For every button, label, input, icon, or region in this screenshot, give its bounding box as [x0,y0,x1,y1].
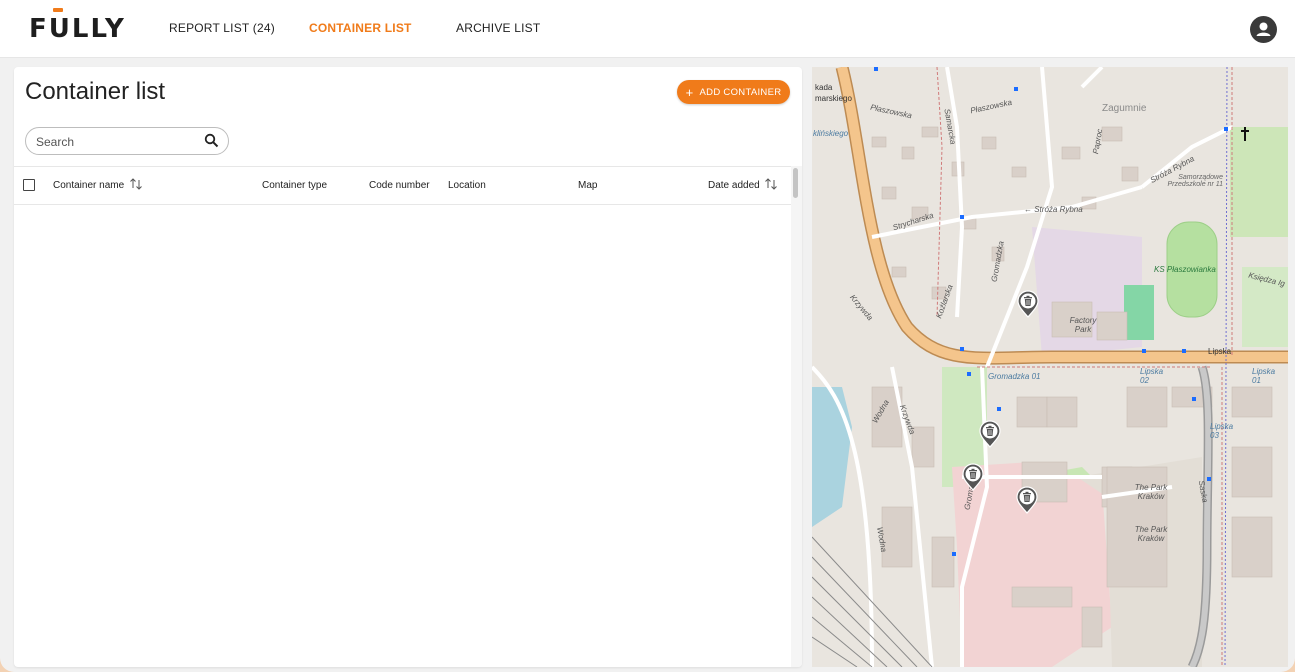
top-navigation-bar: F U LLY REPORT LIST (24) CONTAINER LIST AR… [0,0,1295,58]
column-header-container-type: Container type [262,180,328,191]
column-header-location: Location [448,180,486,191]
column-header-container-name[interactable]: Container name [53,180,124,191]
map-label-ks-plaszowianka: KS Płaszowianka [1154,265,1216,274]
container-marker-2[interactable] [979,420,1001,448]
user-icon [1256,22,1271,36]
church-cross-icon [1241,127,1249,141]
table-header-row: Container name Container type Code numbe… [14,166,791,205]
app-logo[interactable]: F U LLY [29,8,126,44]
map-label-lipska-02: Lipska 02 [1140,367,1164,385]
map-view[interactable]: kada marskiego klińskiego Płaszowska Pła… [812,67,1288,667]
container-marker-1[interactable] [1017,290,1039,318]
app-frame: F U LLY REPORT LIST (24) CONTAINER LIST AR… [0,0,1295,672]
tab-report-list[interactable]: REPORT LIST (24) [169,21,275,35]
table-scrollbar[interactable] [791,166,802,667]
scrollbar-thumb[interactable] [793,168,798,198]
logo-accent-mark [52,8,63,12]
map-base-layer [812,67,1288,667]
page-title: Container list [25,78,166,105]
container-marker-3[interactable] [962,463,984,491]
column-header-code-number: Code number [369,180,430,191]
map-label-marskiego: marskiego [815,94,852,103]
tab-archive-list[interactable]: ARCHIVE LIST [456,21,540,35]
column-header-date-added[interactable]: Date added [708,180,760,191]
sort-container-name-icon[interactable] [129,176,143,192]
plus-icon: + [685,84,694,100]
map-label-stroza-rybna-2: ← Stróża Rybna [1024,205,1083,214]
container-list-panel: Container list + ADD CONTAINER Container… [14,67,802,667]
map-label-the-park-krakow-1: The Park Kraków [1134,483,1168,501]
select-all-checkbox[interactable] [23,179,35,191]
container-marker-4[interactable] [1016,486,1038,514]
map-label-zagumnie: Zagumnie [1102,103,1147,114]
map-label-klinskiego: klińskiego [813,129,849,138]
column-header-map: Map [578,180,598,191]
tab-container-list[interactable]: CONTAINER LIST [309,21,412,35]
sort-date-added-icon[interactable] [764,176,778,192]
user-avatar-button[interactable] [1250,16,1277,43]
map-label-gromadzka-01: Gromadzka 01 [988,372,1041,381]
map-label-the-park-krakow-2: The Park Kraków [1134,525,1168,543]
map-label-samorzadowe: Samorządowe Przedszkole nr 11 [1167,174,1223,188]
map-label-kada: kada [815,83,833,92]
map-label-lipska-03: Lipska 03 [1210,422,1234,440]
add-container-label: ADD CONTAINER [699,86,782,98]
map-label-factory-park: Factory Park [1069,316,1097,334]
map-label-lipska: Lipska [1208,347,1232,356]
search-icon[interactable] [204,133,219,148]
search-field[interactable] [25,127,229,155]
add-container-button[interactable]: + ADD CONTAINER [677,80,790,104]
search-input[interactable] [34,132,198,151]
map-label-lipska-01: Lipska 01 [1252,367,1276,385]
